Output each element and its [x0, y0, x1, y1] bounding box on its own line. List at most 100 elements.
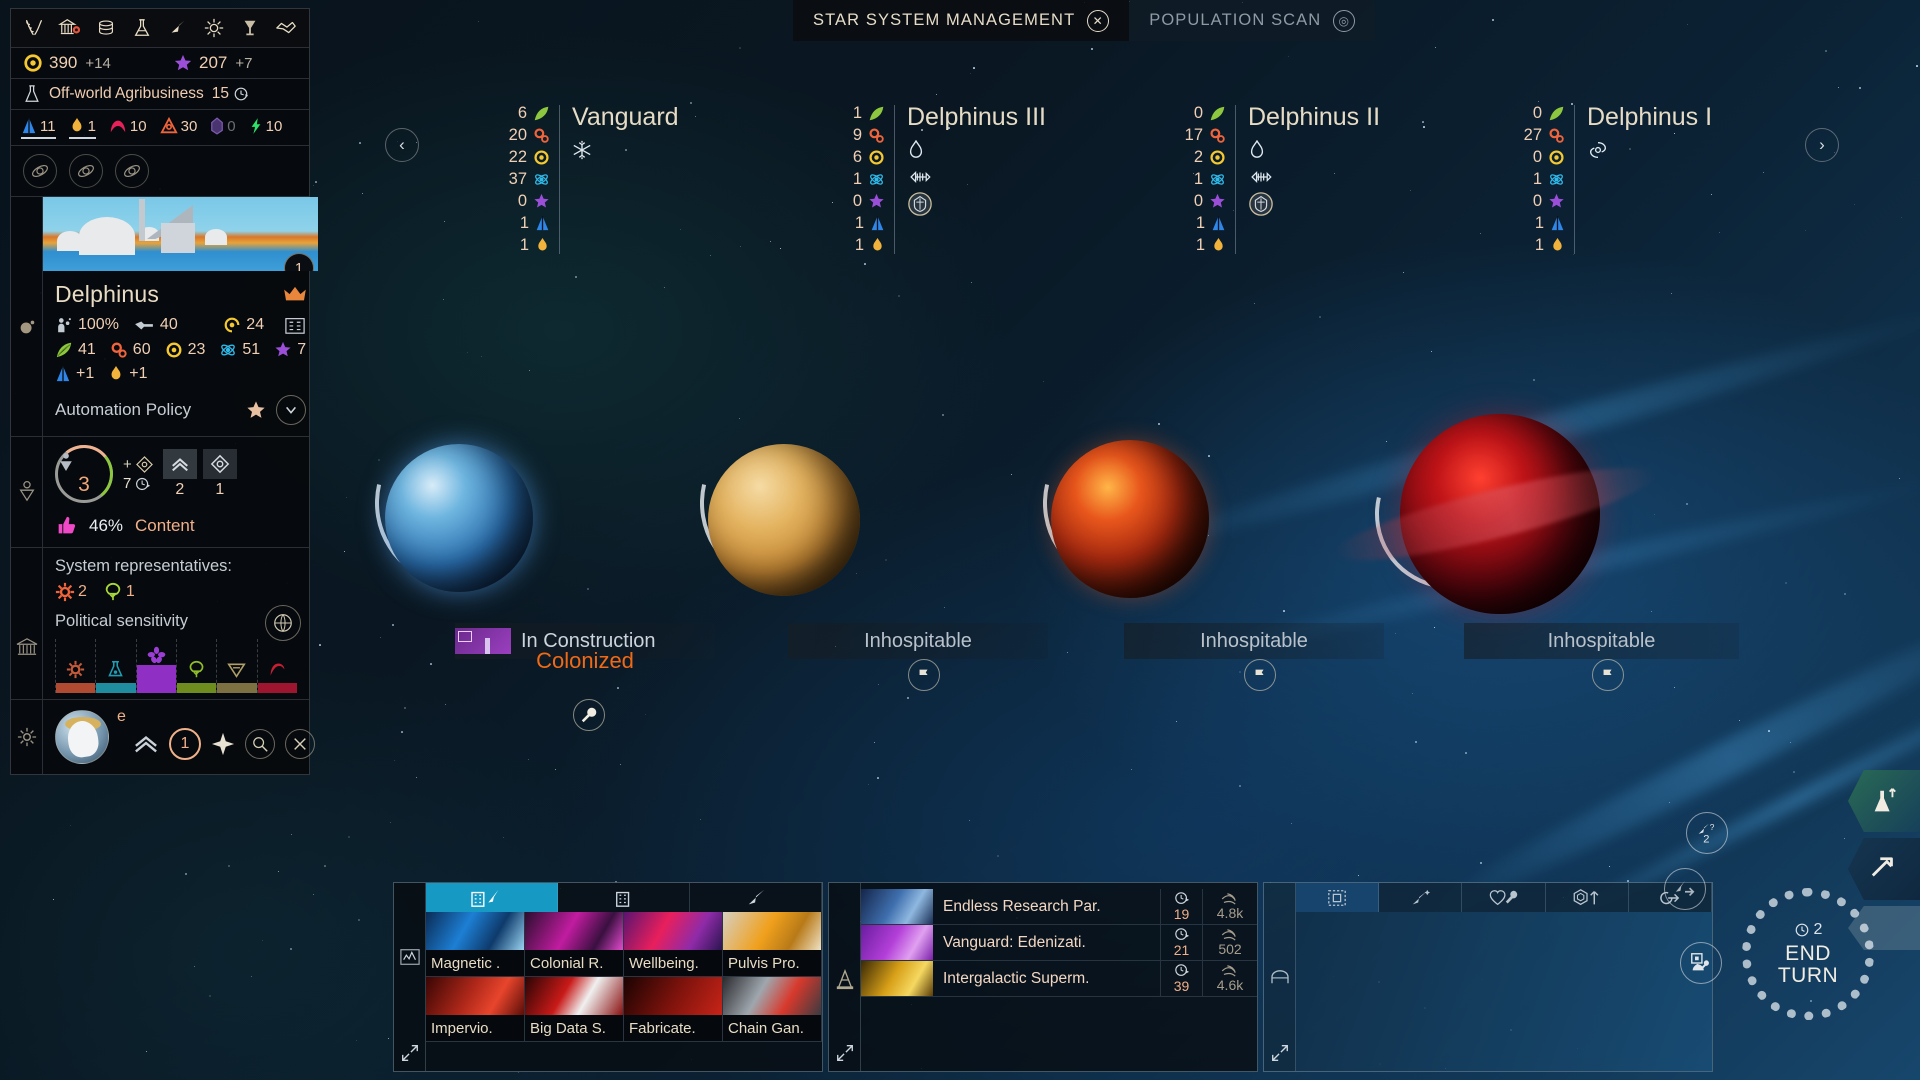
construction-notch[interactable]: [1848, 838, 1920, 900]
expand-icon[interactable]: [1270, 1043, 1290, 1063]
card-big-data-s[interactable]: Big Data S.: [525, 977, 624, 1042]
search-icon[interactable]: [245, 729, 275, 759]
card-magnetic[interactable]: Magnetic .: [426, 912, 525, 977]
inhospitable-flag-button[interactable]: [1244, 659, 1276, 691]
expand-icon[interactable]: [400, 1043, 420, 1063]
credits-icon[interactable]: [93, 15, 119, 41]
tab-upgrade[interactable]: [1546, 883, 1629, 912]
star-icon[interactable]: [246, 400, 266, 420]
planet-body-delphinus-ii[interactable]: [1051, 440, 1209, 598]
planet-body-vanguard[interactable]: [385, 444, 533, 592]
strategic-adamantian[interactable]: 10: [109, 117, 147, 139]
research-row-intergalactic-superm[interactable]: Intergalactic Superm. 39 4.6k: [861, 961, 1257, 997]
resource-dust[interactable]: 390 +14: [23, 53, 173, 73]
tab-star-system-management[interactable]: STAR SYSTEM MANAGEMENT ✕: [793, 0, 1129, 41]
planet-body-delphinus-iii[interactable]: [708, 444, 860, 596]
party-religious[interactable]: [216, 639, 256, 693]
influence-icon[interactable]: [201, 15, 227, 41]
anomaly-fishbone-icon[interactable]: [1248, 166, 1380, 188]
anomaly-flame-icon[interactable]: [1248, 139, 1380, 161]
party-industrialist[interactable]: [55, 639, 95, 693]
value: 10: [266, 118, 283, 135]
industry-value: 27: [1520, 127, 1542, 144]
manage-construction-button[interactable]: [573, 699, 605, 731]
yield-industry: 60: [110, 341, 151, 359]
diplomacy-icon[interactable]: [273, 15, 299, 41]
strategic-titanium[interactable]: 11: [21, 117, 56, 139]
science-icon[interactable]: [129, 15, 155, 41]
anomaly-shield-emblem-icon[interactable]: [1248, 193, 1380, 215]
hyperium-value: 1: [842, 237, 864, 254]
government-icon[interactable]: [57, 15, 83, 41]
dust-icon: [533, 149, 550, 166]
globe-icon[interactable]: [265, 605, 301, 641]
tab-selection[interactable]: [1296, 883, 1379, 912]
close-icon[interactable]: [285, 729, 315, 759]
anomaly-snowflake-icon[interactable]: [572, 139, 679, 161]
current-research-row[interactable]: Off-world Agribusiness 15: [11, 79, 309, 110]
orbital-slot-1[interactable]: [23, 154, 57, 188]
tab-repair[interactable]: [1462, 883, 1545, 912]
strategic-hyperium[interactable]: 1: [69, 117, 96, 139]
anomaly-fishbone-icon[interactable]: [907, 166, 1046, 188]
construction-cone-icon[interactable]: [835, 969, 855, 991]
strategic-quadrinix[interactable]: 10: [249, 117, 283, 139]
chevron-rank-icon: [133, 732, 159, 756]
trophy-icon[interactable]: [237, 15, 263, 41]
automation-dropdown-button[interactable]: [276, 395, 306, 425]
inhospitable-flag-button[interactable]: [1592, 659, 1624, 691]
planet-card-rail: [11, 197, 43, 436]
party-ecologist[interactable]: [176, 639, 216, 693]
tab-buildings[interactable]: [558, 883, 690, 912]
party-pacifist[interactable]: [136, 639, 176, 693]
pending-build-button[interactable]: [1680, 942, 1722, 984]
card-pulvis-pro[interactable]: Pulvis Pro.: [723, 912, 822, 977]
card-colonial-r[interactable]: Colonial R.: [525, 912, 624, 977]
anomaly-shield-emblem-icon[interactable]: [907, 193, 1046, 215]
card-impervio[interactable]: Impervio.: [426, 977, 525, 1042]
card-fabricate[interactable]: Fabricate.: [624, 977, 723, 1042]
population-slot-diamond[interactable]: [203, 449, 237, 479]
party-scientist[interactable]: [95, 639, 135, 693]
research-row-endless-research-par[interactable]: Endless Research Par. 19 4.8k: [861, 889, 1257, 925]
move-ships-button[interactable]: [1664, 868, 1706, 910]
tab-ships[interactable]: [690, 883, 822, 912]
laurel-icon[interactable]: [21, 15, 47, 41]
research-row-vanguard-edenizati[interactable]: Vanguard: Edenizati. 21 502: [861, 925, 1257, 961]
tab-population-scan[interactable]: POPULATION SCAN ◎: [1129, 0, 1375, 41]
orbital-slot-3[interactable]: [115, 154, 149, 188]
end-turn-button[interactable]: 2 END TURN: [1742, 888, 1874, 1020]
population-slot-value-1: 2: [163, 481, 197, 499]
dust-icon: [165, 341, 183, 359]
hangar-icon[interactable]: [1270, 969, 1290, 985]
idle-ships-button[interactable]: ? 2: [1686, 812, 1728, 854]
expand-icon[interactable]: [835, 1043, 855, 1063]
strategic-mercymium[interactable]: 0: [210, 117, 235, 139]
chart-icon[interactable]: [399, 947, 421, 967]
population-slot-chevron[interactable]: [163, 449, 197, 479]
anomaly-cyclone-icon[interactable]: [1587, 139, 1712, 161]
tab-buildings-and-ships[interactable]: [426, 883, 558, 912]
avatar[interactable]: [55, 710, 109, 764]
ownership-value: 100%: [78, 316, 119, 334]
close-icon[interactable]: ✕: [1087, 10, 1109, 32]
card-label: Big Data S.: [525, 1015, 623, 1042]
navigation-icon[interactable]: [165, 15, 191, 41]
system-overview-button[interactable]: [284, 315, 306, 335]
tab-new-ship[interactable]: [1379, 883, 1462, 912]
orbital-slot-2[interactable]: [69, 154, 103, 188]
card-chain-gan[interactable]: Chain Gan.: [723, 977, 822, 1042]
strategic-orichalcyx[interactable]: 30: [160, 117, 198, 139]
hyperium-value: 1: [507, 237, 529, 254]
prev-system-button[interactable]: ‹: [385, 128, 419, 162]
resource-influence[interactable]: 207 +7: [173, 53, 252, 73]
anomaly-flame-icon[interactable]: [907, 139, 1046, 161]
planet-yields-row: 41 60 23 51 7: [43, 338, 318, 362]
inhospitable-flag-button[interactable]: [908, 659, 940, 691]
planet-body-delphinus-i[interactable]: [1400, 414, 1600, 614]
card-label: Pulvis Pro.: [723, 950, 821, 977]
dust-value: 0: [1520, 149, 1542, 166]
card-wellbeing[interactable]: Wellbeing.: [624, 912, 723, 977]
research-notch[interactable]: [1848, 770, 1920, 832]
party-militarist[interactable]: [257, 639, 297, 693]
